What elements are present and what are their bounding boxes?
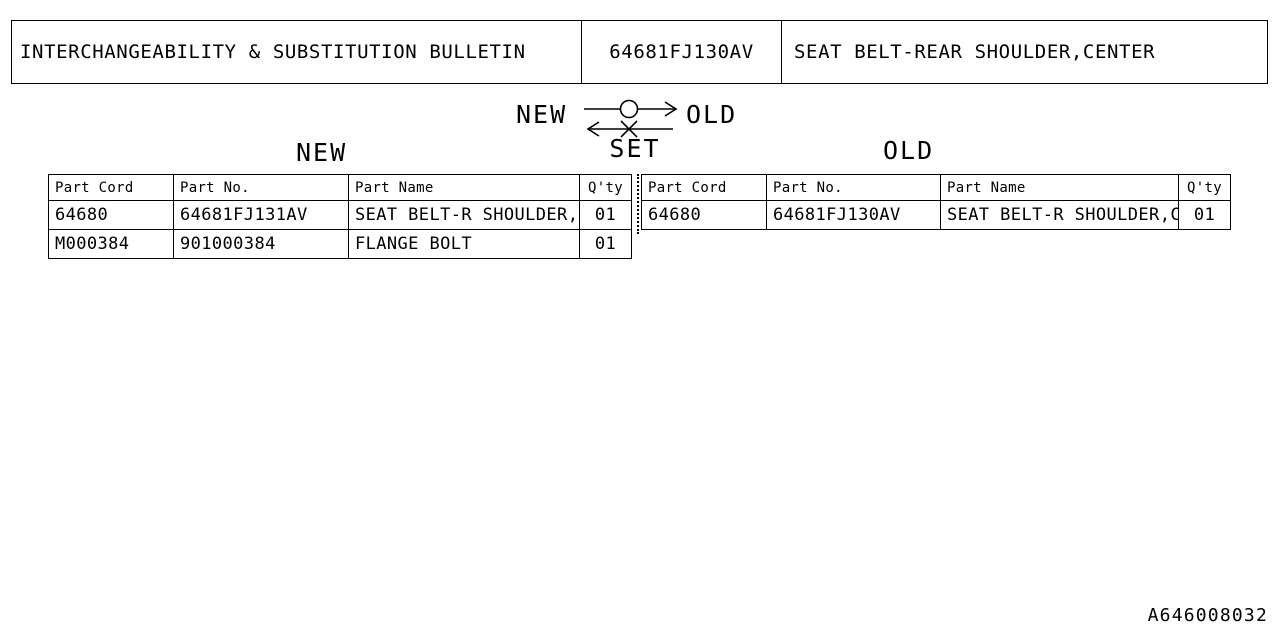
table-row: 64680 64681FJ131AV SEAT BELT-R SHOULDER,… bbox=[48, 200, 632, 230]
cell-part-name: SEAT BELT-R SHOULDER,CTR bbox=[940, 200, 1179, 230]
column-header-part-cord: Part Cord bbox=[641, 174, 767, 201]
cell-qty: 01 bbox=[579, 200, 632, 230]
tables-divider bbox=[637, 174, 639, 234]
column-header-part-cord: Part Cord bbox=[48, 174, 174, 201]
exchange-diagram: NEW OLD SET bbox=[505, 98, 765, 170]
bulletin-title: INTERCHANGEABILITY & SUBSTITUTION BULLET… bbox=[20, 41, 526, 63]
old-table-caption: OLD bbox=[883, 136, 935, 165]
cell-part-no: 64681FJ131AV bbox=[173, 200, 349, 230]
header-part-number: 64681FJ130AV bbox=[581, 21, 781, 83]
cell-part-cord: 64680 bbox=[641, 200, 767, 230]
column-header-part-no: Part No. bbox=[173, 174, 349, 201]
exchange-arrows bbox=[584, 99, 678, 138]
cell-part-cord: M000384 bbox=[48, 229, 174, 259]
forward-arrow-icon bbox=[584, 99, 678, 119]
exchange-set-label: SET bbox=[609, 134, 661, 163]
cell-qty: 01 bbox=[1178, 200, 1231, 230]
bulletin-header-bar: INTERCHANGEABILITY & SUBSTITUTION BULLET… bbox=[11, 20, 1268, 84]
document-reference-number: A646008032 bbox=[1147, 605, 1268, 626]
cell-part-no: 64681FJ130AV bbox=[766, 200, 941, 230]
table-header-row: Part Cord Part No. Part Name Q'ty bbox=[48, 174, 632, 201]
old-parts-table: Part Cord Part No. Part Name Q'ty 64680 … bbox=[641, 174, 1231, 230]
cell-qty: 01 bbox=[579, 229, 632, 259]
table-header-row: Part Cord Part No. Part Name Q'ty bbox=[641, 174, 1231, 201]
column-header-part-name: Part Name bbox=[348, 174, 580, 201]
cell-part-name: SEAT BELT-R SHOULDER,CTR bbox=[348, 200, 580, 230]
new-table-caption: NEW bbox=[296, 138, 348, 167]
column-header-qty: Q'ty bbox=[579, 174, 632, 201]
cell-part-name: FLANGE BOLT bbox=[348, 229, 580, 259]
exchange-old-label: OLD bbox=[686, 100, 738, 129]
exchange-new-label: NEW bbox=[516, 100, 568, 129]
column-header-part-name: Part Name bbox=[940, 174, 1179, 201]
cell-part-no: 901000384 bbox=[173, 229, 349, 259]
bulletin-page: INTERCHANGEABILITY & SUBSTITUTION BULLET… bbox=[0, 0, 1280, 640]
cell-part-cord: 64680 bbox=[48, 200, 174, 230]
header-part-name: SEAT BELT-REAR SHOULDER,CENTER bbox=[781, 21, 1267, 83]
column-header-qty: Q'ty bbox=[1178, 174, 1231, 201]
table-row: M000384 901000384 FLANGE BOLT 01 bbox=[48, 229, 632, 259]
column-header-part-no: Part No. bbox=[766, 174, 941, 201]
new-parts-table: Part Cord Part No. Part Name Q'ty 64680 … bbox=[48, 174, 632, 259]
table-row: 64680 64681FJ130AV SEAT BELT-R SHOULDER,… bbox=[641, 200, 1231, 230]
